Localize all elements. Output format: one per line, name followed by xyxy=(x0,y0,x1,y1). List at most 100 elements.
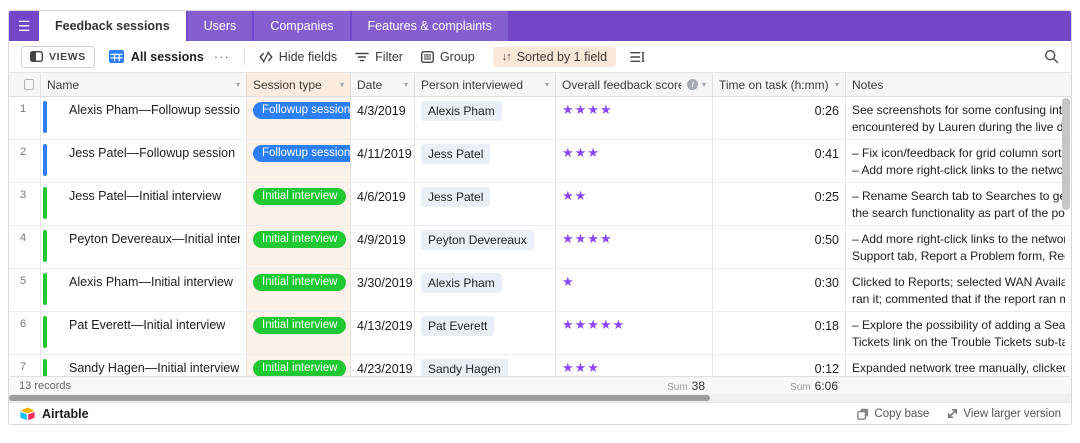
time-cell[interactable]: 0:50 xyxy=(713,226,846,268)
notes-cell[interactable]: Clicked to Reports; selected WAN Availab… xyxy=(846,269,1071,311)
name-cell[interactable]: Jess Patel—Initial interview xyxy=(41,183,247,225)
table-row[interactable]: 2Jess Patel—Followup sessionFollowup ses… xyxy=(9,140,1071,183)
time-cell[interactable]: 0:30 xyxy=(713,269,846,311)
name-cell[interactable]: Jess Patel—Followup session xyxy=(41,140,247,182)
table-row[interactable]: 6Pat Everett—Initial interviewInitial in… xyxy=(9,312,1071,355)
tab-features-complaints[interactable]: Features & complaints xyxy=(352,11,508,41)
table-row[interactable]: 3Jess Patel—Initial interviewInitial int… xyxy=(9,183,1071,226)
tab-feedback-sessions[interactable]: Feedback sessions xyxy=(39,11,186,41)
time-cell[interactable]: 0:26 xyxy=(713,97,846,139)
views-button[interactable]: VIEWS xyxy=(21,46,95,68)
score-cell[interactable]: ★★★★ xyxy=(556,97,713,139)
table-row[interactable]: 4Peyton Devereaux—Initial interviewIniti… xyxy=(9,226,1071,269)
row-select-cell[interactable]: 3 xyxy=(9,183,41,225)
name-cell[interactable]: Peyton Devereaux—Initial interview xyxy=(41,226,247,268)
name-cell[interactable]: Pat Everett—Initial interview xyxy=(41,312,247,354)
row-select-cell[interactable]: 4 xyxy=(9,226,41,268)
time-sum-cell[interactable]: Sum6:06 xyxy=(713,379,846,393)
date-cell[interactable]: 3/30/2019 xyxy=(351,269,415,311)
time-value: 0:25 xyxy=(719,183,839,204)
current-view-switcher[interactable]: All sessions xyxy=(109,50,204,64)
session-type-cell[interactable]: Initial interview xyxy=(247,183,351,225)
score-cell[interactable]: ★★★★ xyxy=(556,226,713,268)
chevron-down-icon[interactable]: ▾ xyxy=(232,80,240,89)
person-cell[interactable]: Peyton Devereaux xyxy=(415,226,556,268)
column-header-overall-feedback-score[interactable]: Overall feedback score i ▾ xyxy=(556,73,713,96)
row-select-cell[interactable]: 6 xyxy=(9,312,41,354)
session-type-cell[interactable]: Initial interview xyxy=(247,226,351,268)
session-type-cell[interactable]: Initial interview xyxy=(247,269,351,311)
column-header-date[interactable]: Date ▾ xyxy=(351,73,415,96)
search-button[interactable] xyxy=(1044,49,1059,64)
time-cell[interactable]: 0:41 xyxy=(713,140,846,182)
score-cell[interactable]: ★ xyxy=(556,269,713,311)
column-header-time-on-task[interactable]: Time on task (h:mm) ▾ xyxy=(713,73,846,96)
date-cell[interactable]: 4/3/2019 xyxy=(351,97,415,139)
column-header-person-interviewed[interactable]: Person interviewed ▾ xyxy=(415,73,556,96)
view-larger-button[interactable]: View larger version xyxy=(947,408,1061,420)
row-height-button[interactable] xyxy=(630,51,645,63)
date-cell[interactable]: 4/11/2019 xyxy=(351,140,415,182)
score-cell[interactable]: ★★★ xyxy=(556,140,713,182)
table-row[interactable]: 5Alexis Pham—Initial interviewInitial in… xyxy=(9,269,1071,312)
airtable-home-link[interactable]: Airtable xyxy=(19,407,89,421)
group-button[interactable]: Group xyxy=(421,50,475,64)
name-cell[interactable]: Alexis Pham—Followup session xyxy=(41,97,247,139)
chevron-down-icon[interactable]: ▾ xyxy=(336,80,344,89)
score-cell[interactable]: ★★★ xyxy=(556,355,713,376)
tab-companies[interactable]: Companies xyxy=(254,11,349,41)
vertical-scrollbar-thumb[interactable] xyxy=(1062,98,1070,210)
copy-base-button[interactable]: Copy base xyxy=(857,408,929,420)
column-header-session-type[interactable]: Session type ▾ xyxy=(247,73,351,96)
session-type-cell[interactable]: Followup session xyxy=(247,140,351,182)
row-select-cell[interactable]: 7 xyxy=(9,355,41,376)
date-cell[interactable]: 4/6/2019 xyxy=(351,183,415,225)
person-cell[interactable]: Sandy Hagen xyxy=(415,355,556,376)
view-more-button[interactable]: ··· xyxy=(214,49,230,64)
time-cell[interactable]: 0:25 xyxy=(713,183,846,225)
notes-cell[interactable]: – Explore the possibility of adding a Se… xyxy=(846,312,1071,354)
person-cell[interactable]: Pat Everett xyxy=(415,312,556,354)
sort-button[interactable]: ↓↑ Sorted by 1 field xyxy=(493,47,616,67)
name-cell[interactable]: Sandy Hagen—Initial interview xyxy=(41,355,247,376)
session-type-cell[interactable]: Followup session xyxy=(247,97,351,139)
tab-users[interactable]: Users xyxy=(188,11,253,41)
time-cell[interactable]: 0:18 xyxy=(713,312,846,354)
person-cell[interactable]: Alexis Pham xyxy=(415,269,556,311)
notes-cell[interactable]: Expanded network tree manually, clicked … xyxy=(846,355,1071,376)
chevron-down-icon[interactable]: ▾ xyxy=(698,80,706,89)
chevron-down-icon[interactable]: ▾ xyxy=(400,80,408,89)
row-select-cell[interactable]: 5 xyxy=(9,269,41,311)
notes-cell[interactable]: – Rename Search tab to Searches to get u… xyxy=(846,183,1071,225)
notes-cell[interactable]: – Fix icon/feedback for grid column sort… xyxy=(846,140,1071,182)
person-cell[interactable]: Jess Patel xyxy=(415,183,556,225)
person-cell[interactable]: Jess Patel xyxy=(415,140,556,182)
date-cell[interactable]: 4/23/2019 xyxy=(351,355,415,376)
column-header-name[interactable]: Name ▾ xyxy=(41,73,247,96)
score-cell[interactable]: ★★ xyxy=(556,183,713,225)
person-cell[interactable]: Alexis Pham xyxy=(415,97,556,139)
filter-button[interactable]: Filter xyxy=(355,50,403,64)
select-all-checkbox[interactable] xyxy=(24,79,34,90)
name-cell[interactable]: Alexis Pham—Initial interview xyxy=(41,269,247,311)
hamburger-menu-icon[interactable]: ☰ xyxy=(9,11,39,41)
notes-cell[interactable]: See screenshots for some confusing inter… xyxy=(846,97,1071,139)
date-cell[interactable]: 4/13/2019 xyxy=(351,312,415,354)
score-cell[interactable]: ★★★★★ xyxy=(556,312,713,354)
session-type-cell[interactable]: Initial interview xyxy=(247,312,351,354)
time-cell[interactable]: 0:12 xyxy=(713,355,846,376)
hide-fields-button[interactable]: Hide fields xyxy=(259,50,337,64)
date-cell[interactable]: 4/9/2019 xyxy=(351,226,415,268)
notes-cell[interactable]: – Add more right-click links to the netw… xyxy=(846,226,1071,268)
chevron-down-icon[interactable]: ▾ xyxy=(831,80,839,89)
session-type-cell[interactable]: Initial interview xyxy=(247,355,351,376)
table-row[interactable]: 7Sandy Hagen—Initial interviewInitial in… xyxy=(9,355,1071,376)
column-header-notes[interactable]: Notes xyxy=(846,73,1071,96)
table-row[interactable]: 1Alexis Pham—Followup sessionFollowup se… xyxy=(9,97,1071,140)
score-sum-cell[interactable]: Sum38 xyxy=(416,379,713,393)
chevron-down-icon[interactable]: ▾ xyxy=(541,80,549,89)
row-select-cell[interactable]: 2 xyxy=(9,140,41,182)
row-select-cell[interactable]: 1 xyxy=(9,97,41,139)
info-icon: i xyxy=(687,79,698,90)
horizontal-scrollbar-thumb[interactable] xyxy=(9,395,710,401)
